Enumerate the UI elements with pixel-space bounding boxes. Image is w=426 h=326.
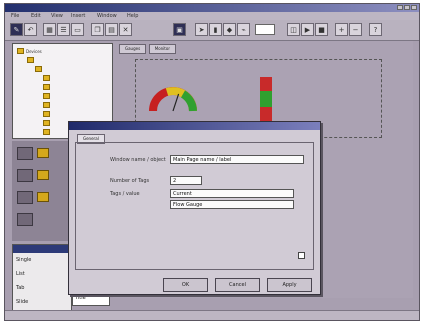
dialog-title bbox=[69, 122, 320, 130]
node-icon[interactable]: ◆ bbox=[223, 23, 236, 36]
folder-icon bbox=[43, 75, 50, 81]
tree-node[interactable] bbox=[43, 83, 52, 91]
tree-node[interactable] bbox=[43, 110, 52, 118]
folder-icon bbox=[43, 111, 50, 117]
save-icon[interactable]: ✎ bbox=[10, 23, 23, 36]
bar-icon[interactable]: ▮ bbox=[209, 23, 222, 36]
folder-icon bbox=[27, 57, 34, 63]
help-icon[interactable]: ? bbox=[369, 23, 382, 36]
palette-button[interactable] bbox=[17, 169, 33, 182]
paste-icon[interactable]: ▤ bbox=[105, 23, 118, 36]
tree-node[interactable] bbox=[43, 74, 52, 82]
apply-button[interactable]: Apply bbox=[267, 278, 312, 292]
tree-node[interactable] bbox=[35, 65, 44, 73]
meter-segment-red bbox=[260, 77, 272, 91]
cancel-button[interactable]: Cancel bbox=[215, 278, 260, 292]
palette-button[interactable] bbox=[17, 147, 33, 160]
zoom-in-icon[interactable]: + bbox=[335, 23, 348, 36]
maximize-button[interactable] bbox=[404, 5, 410, 10]
folder-icon bbox=[43, 129, 50, 135]
toolbar-field[interactable] bbox=[255, 24, 275, 35]
link-icon[interactable]: ⌁ bbox=[237, 23, 250, 36]
folder-icon bbox=[17, 48, 24, 54]
folder-icon bbox=[43, 102, 50, 108]
name-field[interactable]: Main Page name / label bbox=[170, 155, 304, 164]
list-item[interactable]: Tab bbox=[16, 285, 24, 291]
number-label: Number of Tags bbox=[110, 178, 150, 184]
picture-icon[interactable]: ▣ bbox=[173, 23, 186, 36]
style-value-field[interactable]: Title bbox=[72, 294, 110, 306]
folder-icon bbox=[43, 120, 50, 126]
dialog-panel: Window name / object Main Page name / la… bbox=[75, 142, 314, 270]
close-button[interactable] bbox=[411, 5, 417, 10]
tag-field-2[interactable]: Flow Gauge bbox=[170, 200, 294, 209]
palette-folder-icon[interactable] bbox=[37, 192, 49, 202]
tag-field-1[interactable]: Current bbox=[170, 189, 294, 198]
undo-icon[interactable]: ↶ bbox=[24, 23, 37, 36]
tree-node[interactable] bbox=[43, 92, 52, 100]
option-checkbox[interactable] bbox=[298, 252, 305, 259]
tab-monitor[interactable]: Monitor bbox=[148, 44, 176, 54]
tree-root[interactable]: Devices bbox=[17, 47, 42, 55]
tool-palette bbox=[12, 141, 72, 241]
tree-node[interactable] bbox=[43, 128, 52, 136]
chart-icon[interactable]: ◫ bbox=[287, 23, 300, 36]
minimize-button[interactable] bbox=[397, 5, 403, 10]
ok-button[interactable]: OK bbox=[163, 278, 208, 292]
tag-label: Tags / value bbox=[110, 191, 140, 197]
list-item[interactable]: List bbox=[16, 271, 25, 277]
style-list[interactable]: Single List Tab Slide bbox=[12, 244, 72, 314]
toolbar: ✎ ↶ ▦ ☰ ▭ ❐ ▤ ✕ ▣ ➤ ▮ ◆ ⌁ ◫ ▶ ■ + − ? bbox=[5, 20, 419, 41]
folder-icon bbox=[35, 66, 42, 72]
tab-gauges[interactable]: Gauges bbox=[119, 44, 147, 54]
grid-icon[interactable]: ▦ bbox=[43, 23, 56, 36]
menu-view[interactable]: View bbox=[51, 13, 63, 19]
list-item[interactable]: Single bbox=[16, 257, 31, 263]
gauge-needle bbox=[172, 93, 180, 112]
title-bar bbox=[5, 4, 419, 12]
menu-edit[interactable]: Edit bbox=[31, 13, 41, 19]
tree-node[interactable] bbox=[43, 101, 52, 109]
palette-button[interactable] bbox=[17, 213, 33, 226]
gauge-widget[interactable] bbox=[143, 71, 203, 121]
play-icon[interactable]: ▶ bbox=[301, 23, 314, 36]
folder-icon bbox=[43, 93, 50, 99]
number-field[interactable]: 2 bbox=[170, 176, 202, 185]
stop-icon[interactable]: ■ bbox=[315, 23, 328, 36]
list-icon[interactable]: ☰ bbox=[57, 23, 70, 36]
menu-window[interactable]: Window bbox=[97, 13, 117, 19]
properties-dialog: General Window name / object Main Page n… bbox=[68, 121, 321, 295]
tree-node[interactable] bbox=[43, 119, 52, 127]
menu-insert[interactable]: Insert bbox=[71, 13, 85, 19]
application-window: File Edit View Insert Window Help ✎ ↶ ▦ … bbox=[4, 3, 420, 321]
menu-bar: File Edit View Insert Window Help bbox=[5, 12, 419, 20]
style-list-header bbox=[13, 245, 71, 253]
menu-file[interactable]: File bbox=[11, 13, 19, 19]
status-bar bbox=[5, 310, 419, 320]
tree-node[interactable] bbox=[27, 56, 36, 64]
palette-folder-icon[interactable] bbox=[37, 170, 49, 180]
list-item[interactable]: Slide bbox=[16, 299, 28, 305]
canvas-tabs: Gauges Monitor bbox=[119, 44, 177, 54]
folder-icon[interactable]: ▭ bbox=[71, 23, 84, 36]
arrow-icon[interactable]: ➤ bbox=[195, 23, 208, 36]
menu-help[interactable]: Help bbox=[127, 13, 138, 19]
name-label: Window name / object bbox=[110, 157, 166, 163]
folder-icon bbox=[43, 84, 50, 90]
palette-button[interactable] bbox=[17, 191, 33, 204]
zoom-out-icon[interactable]: − bbox=[349, 23, 362, 36]
meter-segment-green bbox=[260, 91, 272, 107]
palette-folder-icon[interactable] bbox=[37, 148, 49, 158]
gauge-arc-green bbox=[180, 90, 197, 112]
copy-icon[interactable]: ❐ bbox=[91, 23, 104, 36]
delete-icon[interactable]: ✕ bbox=[119, 23, 132, 36]
